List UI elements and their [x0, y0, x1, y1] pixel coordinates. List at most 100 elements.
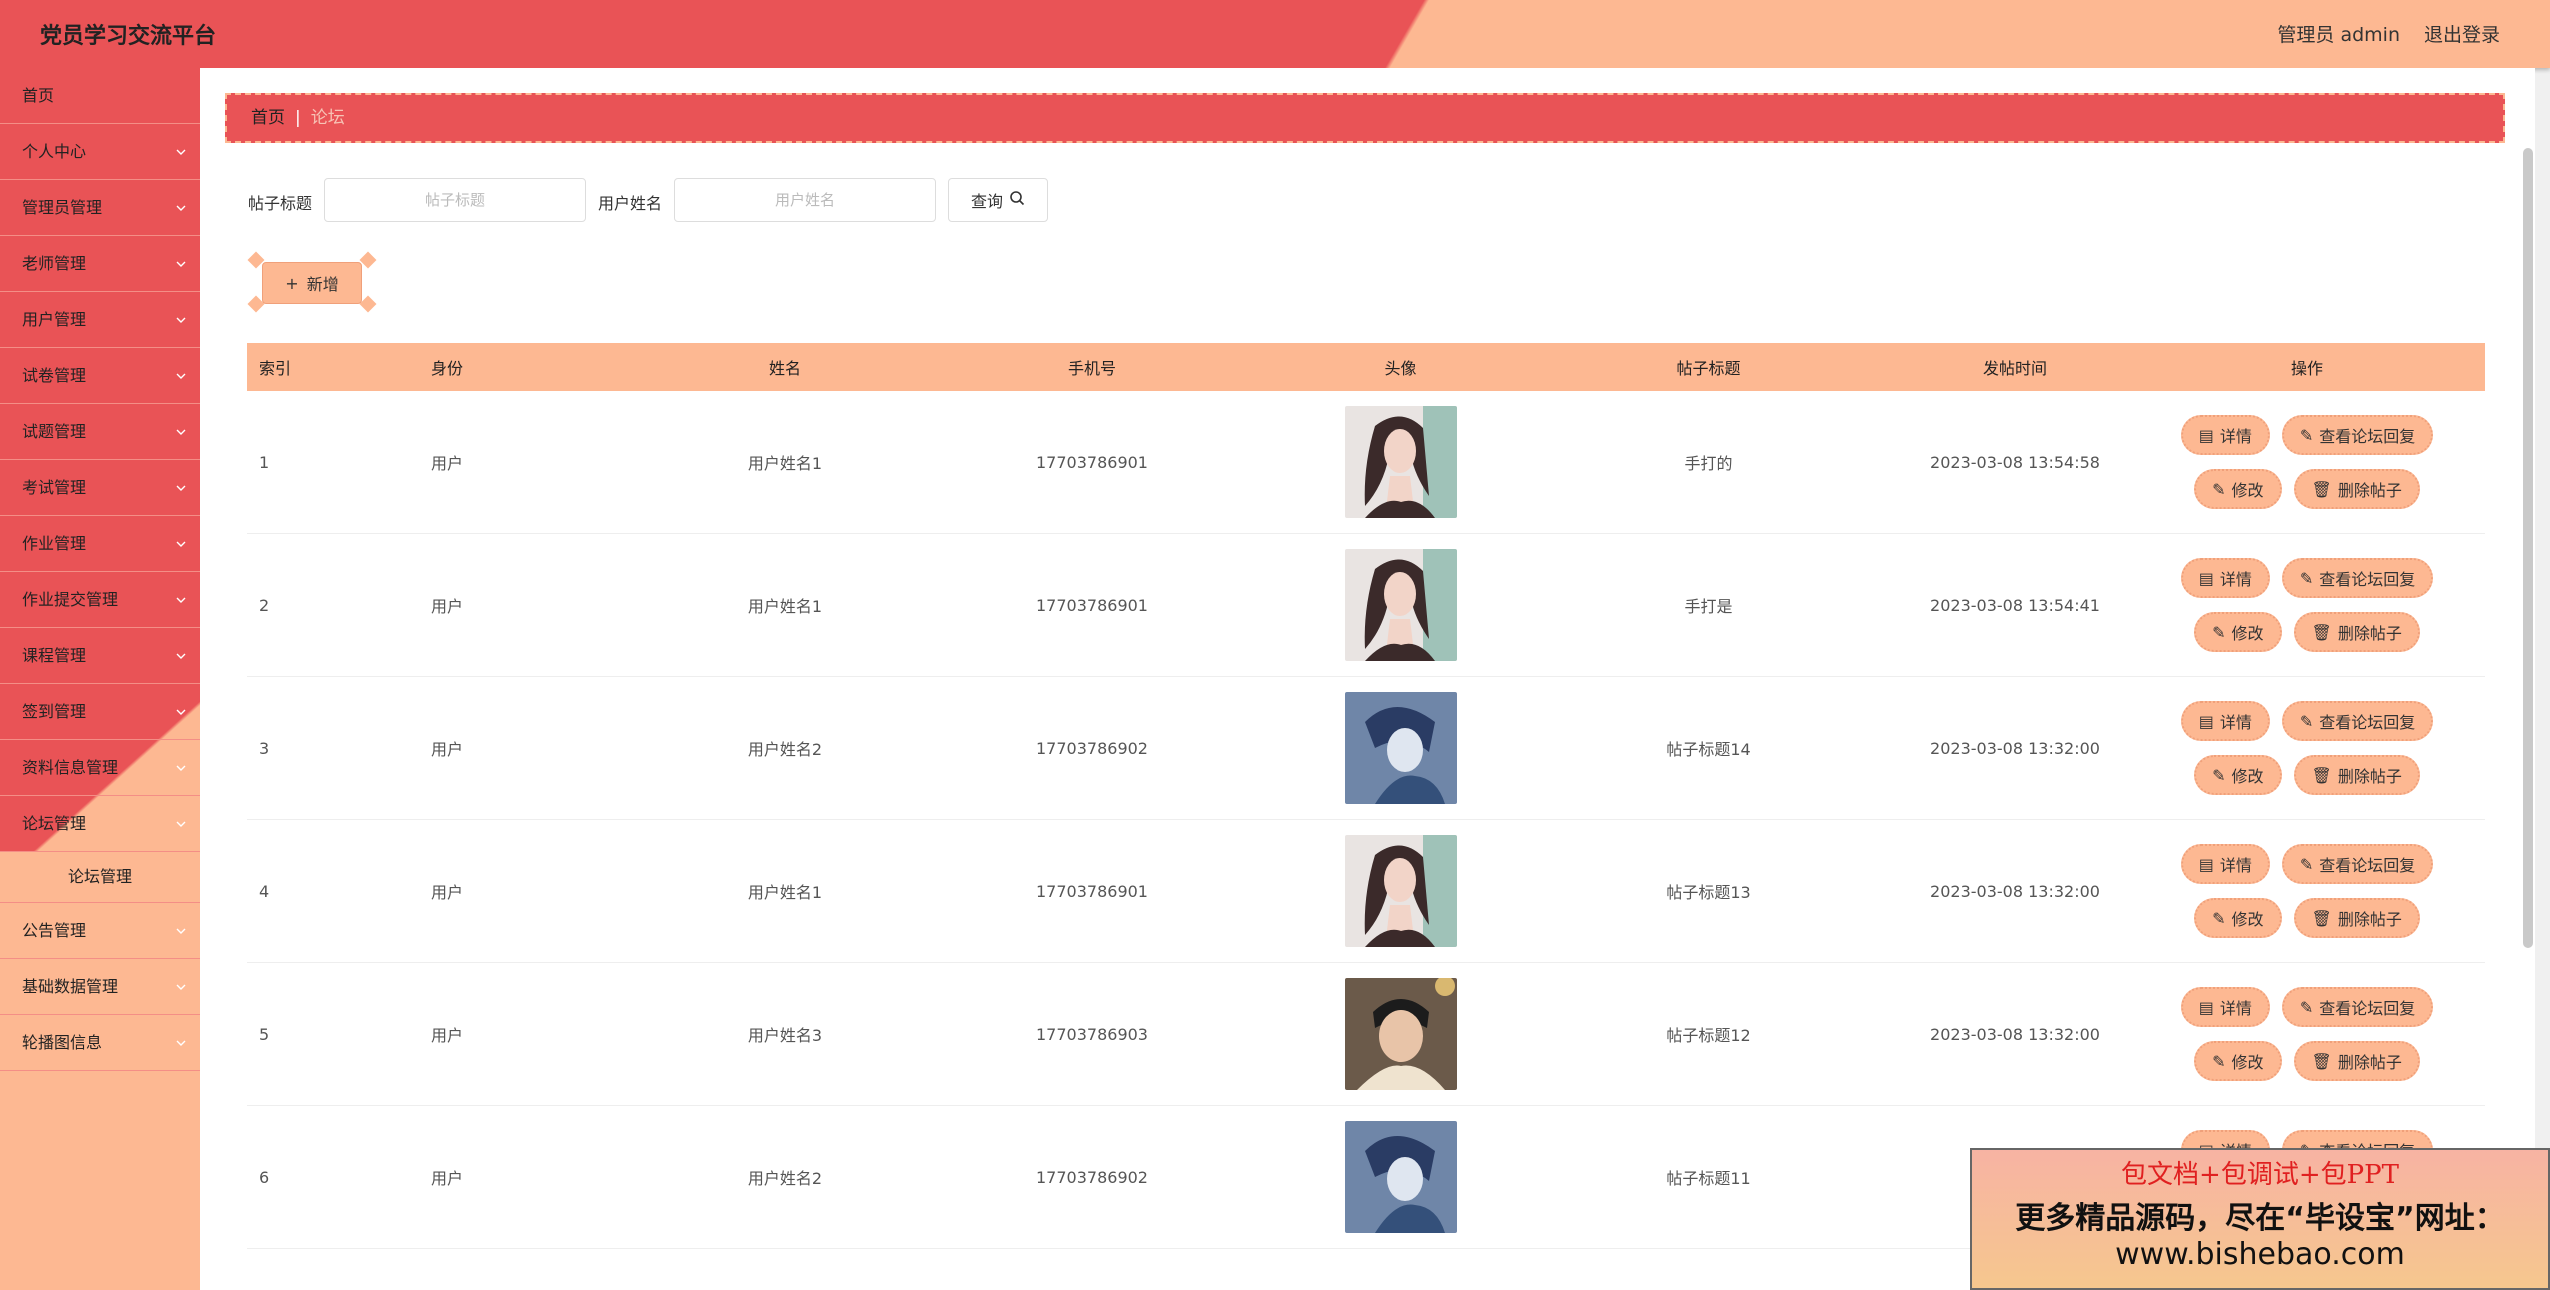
- logout-link[interactable]: 退出登录: [2424, 20, 2500, 47]
- delete-label: 删除帖子: [2337, 481, 2402, 500]
- add-button[interactable]: + 新增: [262, 262, 362, 304]
- sidebar-item[interactable]: 作业提交管理: [0, 572, 200, 628]
- sidebar-item[interactable]: 轮播图信息: [0, 1015, 200, 1071]
- chevron-down-icon: [176, 796, 186, 852]
- pencil-icon: ✎: [2212, 622, 2226, 642]
- table-row: 4 用户 用户姓名1 17703786901 帖子标题13 2023-03-08 13:3…: [247, 820, 2485, 963]
- view-reply-label: 查看论坛回复: [2319, 999, 2416, 1018]
- pencil-icon: ✎: [2212, 1051, 2226, 1071]
- view-reply-button[interactable]: ✎ 查看论坛回复: [2281, 701, 2434, 741]
- sidebar-item-label: 考试管理: [22, 478, 87, 497]
- delete-button[interactable]: 🗑 删除帖子: [2293, 1041, 2420, 1081]
- sidebar-item[interactable]: 公告管理: [0, 903, 200, 959]
- edit-button[interactable]: ✎ 修改: [2194, 469, 2282, 509]
- edit-button[interactable]: ✎ 修改: [2194, 612, 2282, 652]
- detail-button[interactable]: ▤ 详情: [2180, 844, 2270, 884]
- cell-idx: 1: [259, 452, 270, 472]
- chevron-down-icon: [176, 740, 186, 796]
- promo-banner: 包文档+包调试+包PPT 更多精品源码，尽在“毕设宝”网址： www.bishe…: [1970, 1148, 2550, 1290]
- column-header: 操作: [2290, 359, 2323, 378]
- sidebar-item[interactable]: 课程管理: [0, 628, 200, 684]
- sidebar-item[interactable]: 老师管理: [0, 236, 200, 292]
- pencil-icon: ✎: [2212, 908, 2226, 928]
- delete-button[interactable]: 🗑 删除帖子: [2293, 612, 2420, 652]
- vertical-scrollbar[interactable]: [2523, 148, 2533, 948]
- main-content: 首页|论坛 帖子标题 用户姓名 查询 + 新增 索引身份姓名手机号头像帖子标题发…: [200, 68, 2535, 1290]
- sidebar-item[interactable]: 考试管理: [0, 460, 200, 516]
- delete-button[interactable]: 🗑 删除帖子: [2293, 755, 2420, 795]
- sidebar-menu: 首页个人中心管理员管理老师管理用户管理 试卷管理试题管理考试管理作业管理作业提交管…: [0, 68, 200, 1290]
- sidebar-item[interactable]: 管理员管理: [0, 180, 200, 236]
- cell-phone: 17703786901: [1036, 881, 1148, 901]
- name-search-input[interactable]: [674, 178, 936, 222]
- cell-name: 用户姓名2: [747, 740, 823, 759]
- sidebar-item-label: 作业提交管理: [22, 590, 119, 609]
- edit-button[interactable]: ✎ 修改: [2194, 1041, 2282, 1081]
- sidebar-item[interactable]: 作业管理: [0, 516, 200, 572]
- trash-icon: 🗑: [2311, 908, 2332, 928]
- detail-button[interactable]: ▤ 详情: [2180, 987, 2270, 1027]
- cell-idx: 5: [259, 1024, 270, 1044]
- sidebar-item-label: 论坛管理: [22, 814, 87, 833]
- submenu-item-forum[interactable]: 论坛管理: [0, 852, 200, 903]
- sidebar-item[interactable]: 签到管理: [0, 684, 200, 740]
- sidebar-item-label: 个人中心: [22, 142, 87, 161]
- chevron-down-icon: [176, 903, 186, 959]
- add-button-label: 新增: [306, 275, 339, 294]
- view-reply-button[interactable]: ✎ 查看论坛回复: [2281, 987, 2434, 1027]
- column-header: 帖子标题: [1676, 359, 1741, 378]
- chevron-down-icon: [176, 572, 186, 628]
- detail-label: 详情: [2219, 570, 2252, 589]
- app-title: 党员学习交流平台: [40, 24, 217, 49]
- sidebar-item[interactable]: 用户管理: [0, 292, 200, 348]
- name-search-label: 用户姓名: [598, 194, 663, 213]
- table-header: 索引 身份 姓名 手机号 头像 帖子标题 发帖时间 操作: [247, 343, 2485, 391]
- breadcrumb: 首页 | 论坛: [225, 93, 2505, 143]
- cell-ops: ▤ 详情 ✎ 查看论坛回复 ✎ 修改 🗑 删除帖子: [2129, 391, 2485, 533]
- view-reply-button[interactable]: ✎ 查看论坛回复: [2281, 844, 2434, 884]
- sidebar-item[interactable]: 资料信息管理: [0, 740, 200, 796]
- breadcrumb-separator: |: [295, 108, 301, 128]
- view-reply-button[interactable]: ✎ 查看论坛回复: [2281, 558, 2434, 598]
- delete-button[interactable]: 🗑 删除帖子: [2293, 898, 2420, 938]
- delete-label: 删除帖子: [2337, 910, 2402, 929]
- view-reply-button[interactable]: ✎ 查看论坛回复: [2281, 415, 2434, 455]
- sidebar-item[interactable]: 试卷管理: [0, 348, 200, 404]
- cell-avatar: [1285, 963, 1516, 1105]
- cell-time: 2023-03-08 13:32:00: [1930, 881, 2100, 901]
- edit-button[interactable]: ✎ 修改: [2194, 755, 2282, 795]
- title-search-input[interactable]: [324, 178, 586, 222]
- cell-role: 用户: [431, 1169, 464, 1188]
- current-user: 管理员 admin: [2277, 24, 2400, 46]
- chevron-down-icon: [176, 404, 186, 460]
- cell-phone: 17703786902: [1036, 738, 1148, 758]
- sidebar-item-label: 试题管理: [22, 422, 87, 441]
- sidebar-item[interactable]: 论坛管理: [0, 796, 200, 852]
- sidebar-item-label: 老师管理: [22, 254, 87, 273]
- delete-button[interactable]: 🗑 删除帖子: [2293, 469, 2420, 509]
- sidebar-item[interactable]: 个人中心: [0, 124, 200, 180]
- query-button[interactable]: 查询: [948, 178, 1048, 222]
- sidebar-item[interactable]: 试题管理: [0, 404, 200, 460]
- sidebar-item-label: 轮播图信息: [22, 1033, 103, 1052]
- avatar: [1344, 406, 1457, 518]
- cell-phone: 17703786902: [1036, 1167, 1148, 1187]
- trash-icon: 🗑: [2311, 1051, 2332, 1071]
- column-header: 索引: [259, 359, 292, 378]
- avatar: [1344, 835, 1457, 947]
- cell-title: 手打的: [1684, 454, 1733, 473]
- detail-button[interactable]: ▤ 详情: [2180, 415, 2270, 455]
- cell-role: 用户: [431, 597, 464, 616]
- cell-role: 用户: [431, 454, 464, 473]
- sidebar-item[interactable]: 基础数据管理: [0, 959, 200, 1015]
- chevron-down-icon: [176, 628, 186, 684]
- edit-button[interactable]: ✎ 修改: [2194, 898, 2282, 938]
- table-row: 5 用户 用户姓名3 17703786903 帖子标题12 2023-03-08 13:3…: [247, 963, 2485, 1106]
- sidebar-item[interactable]: 首页: [0, 68, 200, 124]
- cell-phone: 17703786903: [1036, 1024, 1148, 1044]
- cell-avatar: [1285, 391, 1516, 533]
- breadcrumb-home[interactable]: 首页: [251, 108, 285, 128]
- detail-button[interactable]: ▤ 详情: [2180, 558, 2270, 598]
- detail-button[interactable]: ▤ 详情: [2180, 701, 2270, 741]
- cell-phone: 17703786901: [1036, 452, 1148, 472]
